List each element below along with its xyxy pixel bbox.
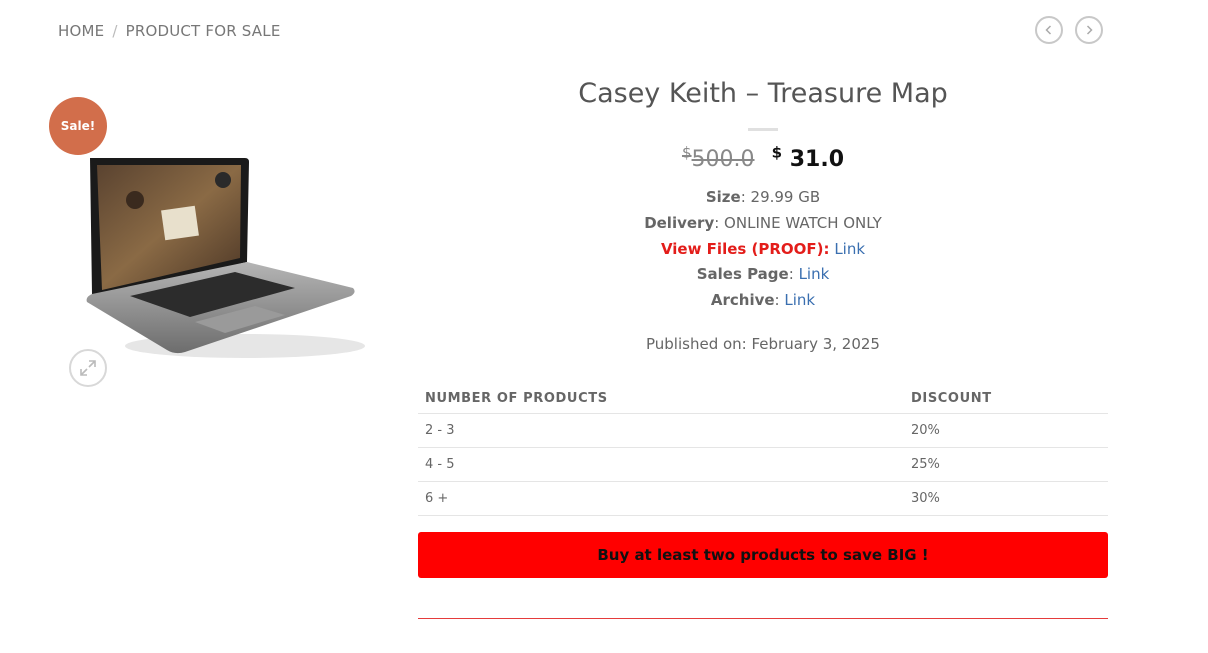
table-cell: 20% xyxy=(904,413,1108,448)
product-title: Casey Keith – Treasure Map xyxy=(578,78,948,109)
expand-icon xyxy=(80,360,96,376)
table-row: 2 - 3 20% xyxy=(418,413,1108,448)
next-product-button[interactable] xyxy=(1075,16,1103,44)
column-header: DISCOUNT xyxy=(904,383,1108,414)
old-price: $500.0 xyxy=(681,144,755,173)
size-row: Size: 29.99 GB xyxy=(705,188,821,206)
archive-link[interactable]: Link xyxy=(784,291,815,309)
breadcrumb-current[interactable]: PRODUCT FOR SALE xyxy=(126,22,281,40)
archive-row: Archive: Link xyxy=(710,291,816,310)
title-divider xyxy=(748,128,778,131)
proof-row: View Files (PROOF): Link xyxy=(660,239,866,258)
table-row: 4 - 5 25% xyxy=(418,447,1108,482)
product-details: Size: 29.99 GB Delivery: ONLINE WATCH ON… xyxy=(418,185,1108,314)
breadcrumb-separator: / xyxy=(112,22,118,40)
discount-table: NUMBER OF PRODUCTS DISCOUNT 2 - 3 20% 4 -… xyxy=(418,383,1108,516)
column-header: NUMBER OF PRODUCTS xyxy=(418,383,904,414)
product-image[interactable] xyxy=(75,150,365,365)
buy-more-button[interactable]: Buy at least two products to save BIG ! xyxy=(418,532,1108,578)
chevron-right-icon xyxy=(1086,25,1093,35)
table-row: 6 +30% xyxy=(418,481,1108,516)
chevron-left-icon xyxy=(1045,25,1052,35)
breadcrumb-home[interactable]: HOME xyxy=(58,22,104,40)
table-cell: 25% xyxy=(904,447,1108,482)
table-cell: 30% xyxy=(904,481,1108,516)
delivery-row: Delivery: ONLINE WATCH ONLY xyxy=(644,213,882,232)
zoom-button[interactable] xyxy=(69,349,107,387)
price-block: $500.0 $ 31.0 xyxy=(418,144,1108,172)
sales-page-link[interactable]: Link xyxy=(799,265,830,283)
sale-badge: Sale! xyxy=(49,97,107,155)
table-cell: 2 - 3 xyxy=(418,413,904,448)
table-cell: 4 - 5 xyxy=(418,447,904,482)
published-date: Published on: February 3, 2025 xyxy=(646,335,880,353)
breadcrumb: HOME / PRODUCT FOR SALE xyxy=(58,22,281,40)
proof-link[interactable]: Link xyxy=(834,240,865,258)
previous-product-button[interactable] xyxy=(1035,16,1063,44)
sale-price: $ 31.0 xyxy=(771,144,844,173)
sales-page-row: Sales Page: Link xyxy=(696,265,830,284)
section-divider xyxy=(418,618,1108,619)
table-cell: 6 + xyxy=(418,481,904,516)
